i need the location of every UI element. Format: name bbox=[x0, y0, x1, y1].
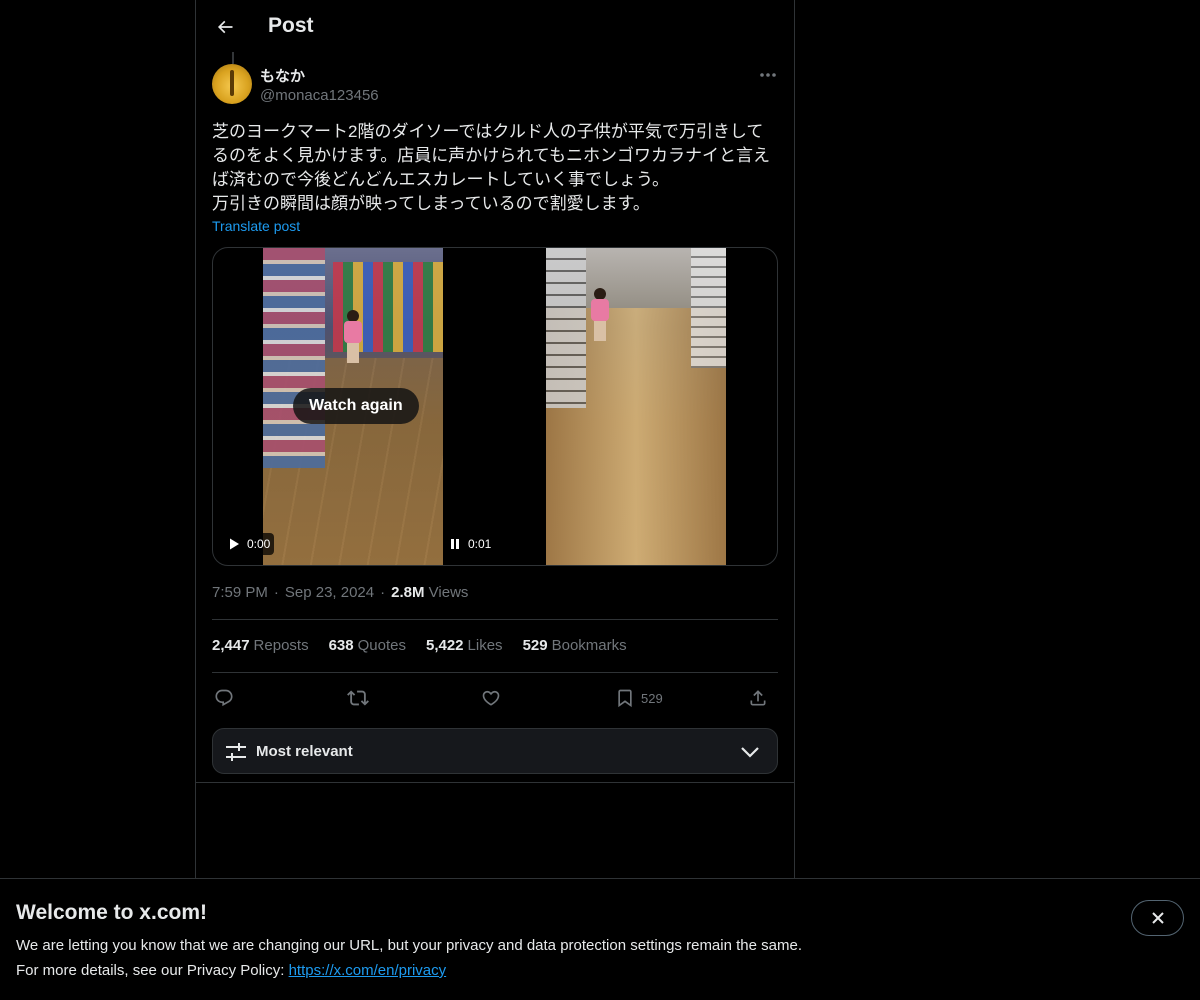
author-handle[interactable]: @monaca123456 bbox=[260, 87, 379, 104]
chevron-down-icon bbox=[739, 741, 761, 768]
meta-separator: · bbox=[273, 584, 279, 601]
banner-policy-line: For more details, see our Privacy Policy… bbox=[16, 962, 447, 979]
video-player-right[interactable]: 0:01 bbox=[444, 248, 777, 565]
like-button[interactable] bbox=[481, 684, 501, 712]
page-title: Post bbox=[268, 14, 314, 37]
watch-again-button[interactable]: Watch again bbox=[293, 388, 419, 424]
quotes-stat[interactable]: 638 Quotes bbox=[329, 637, 406, 654]
child-figure bbox=[590, 288, 610, 344]
welcome-banner: Welcome to x.com! We are letting you kno… bbox=[0, 878, 1200, 1000]
bookmarks-stat[interactable]: 529 Bookmarks bbox=[523, 637, 627, 654]
sort-replies-dropdown[interactable]: Most relevant bbox=[212, 728, 778, 774]
close-icon bbox=[1151, 912, 1164, 924]
banner-title: Welcome to x.com! bbox=[16, 901, 207, 924]
action-bar: 529 bbox=[212, 684, 778, 712]
author-display-name[interactable]: もなか bbox=[260, 65, 305, 86]
post-text: 芝のヨークマート2階のダイソーではクルド人の子供が平気で万引きして るのをよく見… bbox=[212, 122, 770, 213]
play-icon bbox=[230, 538, 239, 550]
reposts-stat[interactable]: 2,447 Reposts bbox=[212, 637, 309, 654]
privacy-policy-link[interactable]: https://x.com/en/privacy bbox=[289, 962, 447, 979]
primary-column: Post もなか @monaca123456 芝のヨークマート2階のダイソーでは… bbox=[195, 0, 795, 878]
meta-separator: · bbox=[380, 584, 386, 601]
child-figure bbox=[343, 310, 363, 366]
pause-button[interactable] bbox=[448, 537, 462, 551]
sort-label: Most relevant bbox=[256, 743, 353, 760]
post-date[interactable]: Sep 23, 2024 bbox=[285, 584, 374, 601]
video-time-left: 0:00 bbox=[247, 537, 271, 551]
divider bbox=[212, 672, 778, 673]
play-button[interactable] bbox=[227, 537, 241, 551]
back-arrow-icon bbox=[217, 20, 233, 34]
page-header: Post bbox=[196, 0, 794, 53]
post-stats: 2,447 Reposts 638 Quotes 5,422 Likes 529 Boo… bbox=[212, 637, 627, 654]
translate-post-link[interactable]: Translate post bbox=[212, 218, 300, 234]
bookmark-count: 529 bbox=[641, 690, 663, 706]
sort-sliders-icon bbox=[225, 741, 247, 768]
more-button[interactable] bbox=[758, 66, 778, 84]
share-button[interactable] bbox=[748, 684, 768, 712]
pause-icon bbox=[451, 539, 459, 549]
close-banner-button[interactable] bbox=[1131, 900, 1184, 936]
likes-stat[interactable]: 5,422 Likes bbox=[426, 637, 503, 654]
video-controls-left: 0:00 bbox=[223, 533, 275, 555]
like-icon bbox=[482, 690, 500, 706]
video-frame-right bbox=[546, 248, 726, 565]
banner-message: We are letting you know that we are chan… bbox=[16, 937, 802, 954]
post-time[interactable]: 7:59 PM bbox=[212, 584, 268, 601]
repost-button[interactable] bbox=[347, 684, 369, 712]
bookmark-icon bbox=[618, 689, 632, 708]
divider bbox=[196, 782, 794, 783]
video-controls-right: 0:01 bbox=[444, 533, 496, 555]
reply-button[interactable] bbox=[214, 684, 234, 712]
repost-icon bbox=[347, 690, 369, 706]
views-count: 2.8M Views bbox=[391, 584, 469, 601]
video-time-right: 0:01 bbox=[468, 537, 492, 551]
post-media[interactable]: Watch again 0:00 0:01 bbox=[212, 247, 778, 566]
avatar[interactable] bbox=[212, 64, 252, 104]
thread-line bbox=[232, 52, 234, 64]
more-icon bbox=[760, 73, 776, 77]
post-meta: 7:59 PM · Sep 23, 2024 · 2.8M Views bbox=[212, 584, 468, 601]
bookmark-button[interactable]: 529 bbox=[615, 684, 663, 712]
divider bbox=[212, 619, 778, 620]
share-icon bbox=[750, 690, 766, 706]
reply-icon bbox=[215, 689, 233, 707]
back-button[interactable] bbox=[208, 10, 242, 44]
video-player-left[interactable]: Watch again 0:00 bbox=[213, 248, 496, 565]
